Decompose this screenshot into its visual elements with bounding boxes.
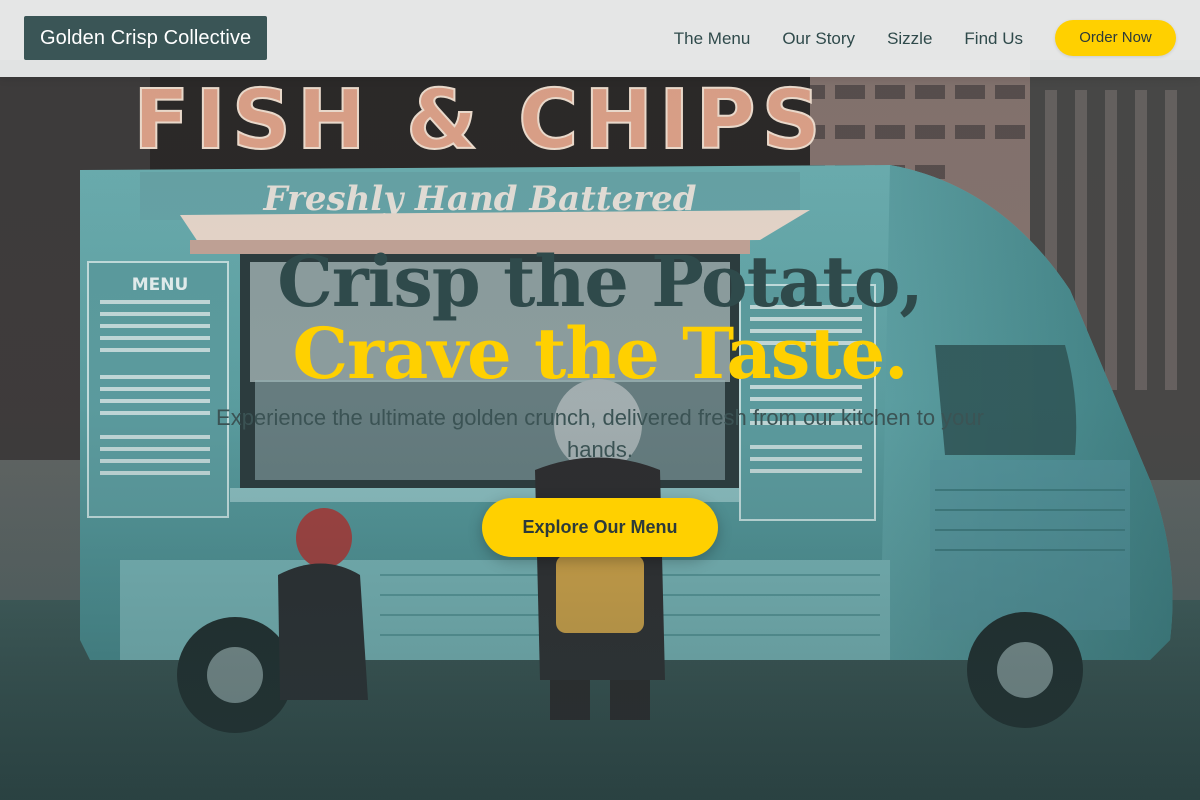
nav-link-find-us[interactable]: Find Us [964, 29, 1023, 49]
order-now-button[interactable]: Order Now [1055, 20, 1176, 56]
main-nav: The Menu Our Story Sizzle Find Us [674, 0, 1023, 77]
site-header: Golden Crisp Collective The Menu Our Sto… [0, 0, 1200, 77]
hero-headline-line-2: Crave the Taste. [292, 312, 908, 395]
hero-subtitle: Experience the ultimate golden crunch, d… [216, 405, 984, 462]
nav-link-our-story[interactable]: Our Story [782, 29, 855, 49]
hero-section: Crisp the Potato, Crave the Taste. Exper… [0, 0, 1200, 800]
nav-link-sizzle[interactable]: Sizzle [887, 29, 932, 49]
brand-logo[interactable]: Golden Crisp Collective [24, 16, 268, 60]
nav-link-the-menu[interactable]: The Menu [674, 29, 751, 49]
hero-headline-line-1: Crisp the Potato, [277, 240, 924, 323]
explore-menu-button[interactable]: Explore Our Menu [482, 498, 718, 557]
